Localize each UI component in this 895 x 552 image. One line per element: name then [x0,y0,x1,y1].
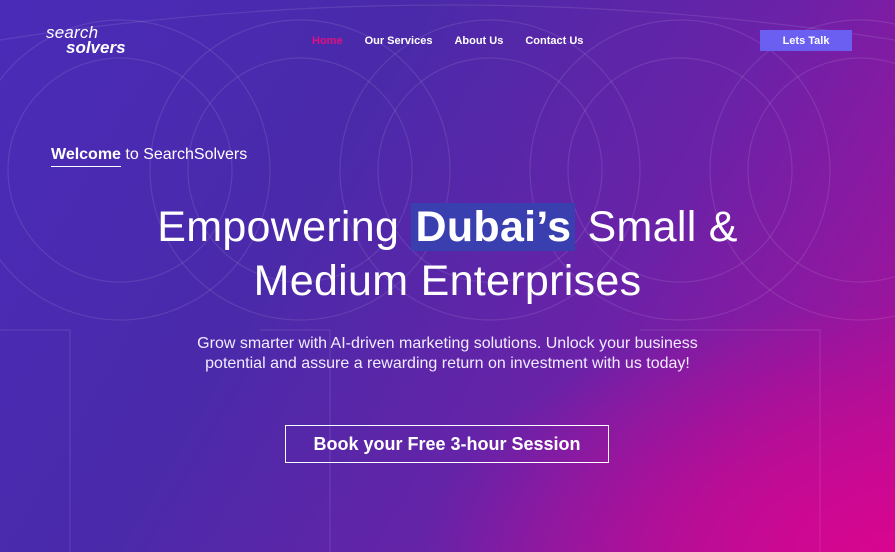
brand-logo[interactable]: search solvers [46,24,126,56]
headline-highlight: Dubai’s [411,203,576,251]
lets-talk-button[interactable]: Lets Talk [760,30,852,51]
book-session-button[interactable]: Book your Free 3-hour Session [285,425,609,463]
nav-item-contact-us[interactable]: Contact Us [525,35,583,47]
welcome-rest: to SearchSolvers [125,146,248,163]
welcome-strong: Welcome [51,146,121,167]
hero-page: search solvers Home Our Services About U… [0,0,895,552]
hero-headline: Empowering Dubai’s Small & Medium Enterp… [0,200,895,308]
headline-part1: Empowering [157,203,400,251]
main-nav: Home Our Services About Us Contact Us [312,35,583,47]
nav-item-home[interactable]: Home [312,35,343,47]
logo-text-solvers: solvers [66,38,126,57]
hero-subtext: Grow smarter with AI-driven marketing so… [197,335,698,372]
nav-item-about-us[interactable]: About Us [454,35,503,47]
nav-item-our-services[interactable]: Our Services [365,35,433,47]
headline-part2: Small & [587,203,738,251]
headline-line2: Medium Enterprises [253,257,642,305]
welcome-text: Welcome to SearchSolvers [51,146,248,167]
